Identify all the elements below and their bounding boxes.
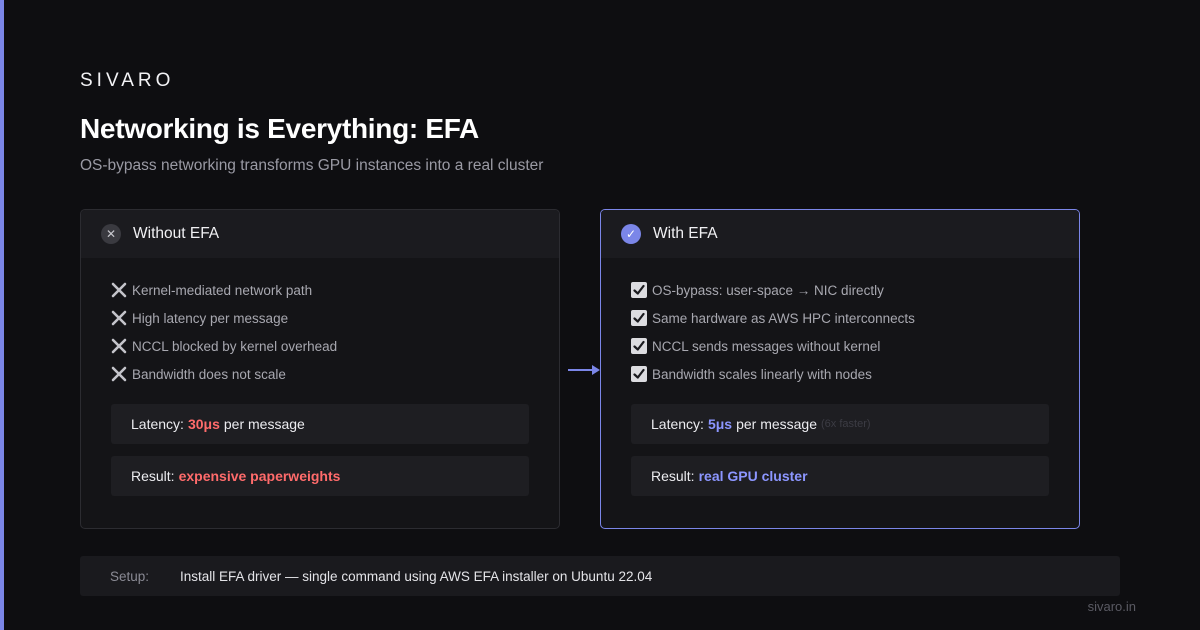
cross-icon [111, 366, 127, 382]
list-item: High latency per message [111, 304, 559, 332]
brand-logo: SIVARO [80, 70, 175, 91]
list-item-text: High latency per message [132, 310, 289, 326]
footer-url: sivaro.in [1087, 599, 1136, 614]
arrow-right-icon [568, 365, 600, 375]
with-latency-box: Latency: 5μs per message (6x faster) [631, 404, 1049, 444]
without-efa-header: ✕ Without EFA [81, 210, 559, 258]
checkbox-checked-icon [631, 338, 647, 354]
without-efa-heading: Without EFA [133, 225, 220, 242]
list-item: OS-bypass: user-space → NIC directly [631, 276, 1079, 304]
cross-icon [111, 310, 127, 326]
checkbox-checked-icon [631, 366, 647, 382]
list-item-text: Bandwidth does not scale [132, 366, 286, 382]
page-subtitle: OS-bypass networking transforms GPU inst… [80, 157, 544, 174]
check-icon: ✓ [621, 224, 641, 244]
list-item-text: Kernel-mediated network path [132, 282, 313, 298]
with-efa-list: OS-bypass: user-space → NIC directly Sam… [601, 258, 1079, 388]
list-item-text: NCCL blocked by kernel overhead [132, 338, 338, 354]
cross-icon [111, 282, 127, 298]
setup-text: Install EFA driver — single command usin… [180, 568, 653, 584]
list-item: Kernel-mediated network path [111, 276, 559, 304]
with-efa-header: ✓ With EFA [601, 210, 1079, 258]
with-efa-heading: With EFA [653, 225, 718, 242]
result-value: expensive paperweights [178, 468, 341, 484]
without-efa-list: Kernel-mediated network path High latenc… [81, 258, 559, 388]
list-item: Bandwidth does not scale [111, 360, 559, 388]
cross-icon [111, 338, 127, 354]
page-title: Networking is Everything: EFA [80, 113, 479, 144]
result-value: real GPU cluster [698, 468, 808, 484]
setup-label: Setup: [110, 568, 150, 584]
accent-bar [0, 0, 4, 630]
list-item: NCCL sends messages without kernel [631, 332, 1079, 360]
checkbox-checked-icon [631, 310, 647, 326]
latency-label: Latency: [131, 416, 184, 432]
latency-suffix: per message [736, 416, 818, 432]
without-result-box: Result: expensive paperweights [111, 456, 529, 496]
without-latency-box: Latency: 30μs per message [111, 404, 529, 444]
with-efa-card: ✓ With EFA OS-bypass: user-space → NIC d… [600, 209, 1080, 529]
close-icon: ✕ [101, 224, 121, 244]
list-item-text: Same hardware as AWS HPC interconnects [652, 310, 915, 326]
result-label: Result: [651, 468, 695, 484]
list-item: NCCL blocked by kernel overhead [111, 332, 559, 360]
setup-bar: Setup: Install EFA driver — single comma… [80, 556, 1120, 596]
latency-note: (6x faster) [821, 418, 871, 430]
checkbox-checked-icon [631, 282, 647, 298]
list-item-text: Bandwidth scales linearly with nodes [652, 366, 872, 382]
list-item-text: NCCL sends messages without kernel [652, 338, 881, 354]
list-item: Same hardware as AWS HPC interconnects [631, 304, 1079, 332]
with-result-box: Result: real GPU cluster [631, 456, 1049, 496]
without-efa-card: ✕ Without EFA Kernel-mediated network pa… [80, 209, 560, 529]
latency-label: Latency: [651, 416, 704, 432]
latency-suffix: per message [223, 416, 305, 432]
list-item-text: OS-bypass: user-space → NIC directly [652, 282, 884, 298]
list-item: Bandwidth scales linearly with nodes [631, 360, 1079, 388]
result-label: Result: [131, 468, 175, 484]
latency-value: 5μs [707, 416, 733, 432]
latency-value: 30μs [187, 416, 220, 432]
